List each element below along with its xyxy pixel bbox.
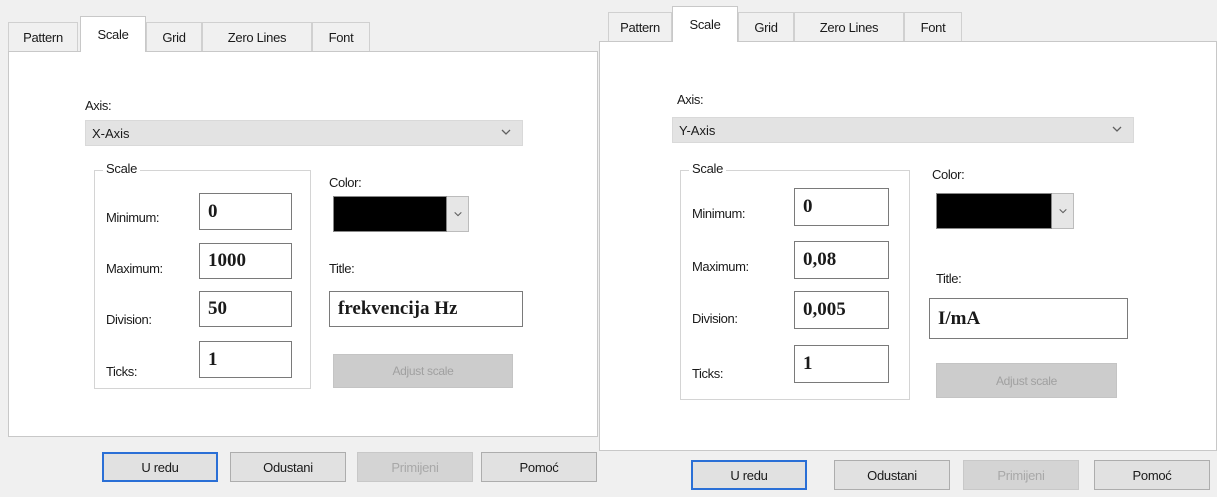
axis-label: Axis: xyxy=(677,92,704,107)
ticks-input[interactable]: 1 xyxy=(199,341,292,378)
help-button[interactable]: Pomoć xyxy=(1094,460,1210,490)
color-swatch[interactable] xyxy=(333,196,447,232)
minimum-input[interactable]: 0 xyxy=(794,188,889,226)
chevron-down-icon xyxy=(1058,208,1067,214)
tab-scale[interactable]: Scale xyxy=(80,16,146,52)
scale-group-title: Scale xyxy=(689,161,727,176)
tab-pattern[interactable]: Pattern xyxy=(8,22,78,52)
tab-font[interactable]: Font xyxy=(904,12,962,42)
adjust-scale-button[interactable]: Adjust scale xyxy=(333,354,513,388)
ticks-input[interactable]: 1 xyxy=(794,345,889,383)
maximum-input[interactable]: 1000 xyxy=(199,243,292,279)
minimum-label: Minimum: xyxy=(692,206,746,221)
chevron-down-icon xyxy=(453,211,462,217)
cancel-button[interactable]: Odustani xyxy=(230,452,346,482)
apply-button[interactable]: Primijeni xyxy=(357,452,473,482)
division-label: Division: xyxy=(106,312,152,327)
scale-tab-panel: Axis: Y-Axis Scale Minimum: 0 Maximum: 0… xyxy=(599,41,1217,451)
color-picker[interactable] xyxy=(333,196,469,232)
tab-font[interactable]: Font xyxy=(312,22,370,52)
scale-groupbox: Scale Minimum: 0 Maximum: 1000 Division:… xyxy=(94,161,311,389)
color-label: Color: xyxy=(329,175,362,190)
axis-select-value: X-Axis xyxy=(92,125,130,141)
apply-button[interactable]: Primijeni xyxy=(963,460,1079,490)
tab-zero-lines[interactable]: Zero Lines xyxy=(794,12,904,42)
color-picker[interactable] xyxy=(936,193,1074,229)
scale-tab-panel: Axis: X-Axis Scale Minimum: 0 Maximum: 1… xyxy=(8,51,598,437)
division-input[interactable]: 50 xyxy=(199,291,292,327)
title-label: Title: xyxy=(329,261,355,276)
maximum-label: Maximum: xyxy=(692,259,749,274)
maximum-input[interactable]: 0,08 xyxy=(794,241,889,279)
axis-title-input[interactable]: I/mA xyxy=(929,298,1128,339)
maximum-label: Maximum: xyxy=(106,261,163,276)
tab-grid[interactable]: Grid xyxy=(738,12,794,42)
axis-title-input[interactable]: frekvencija Hz xyxy=(329,291,523,327)
tab-pattern[interactable]: Pattern xyxy=(608,12,672,42)
scale-groupbox: Scale Minimum: 0 Maximum: 0,08 Division:… xyxy=(680,161,910,400)
color-dropdown-button[interactable] xyxy=(447,196,469,232)
ok-button[interactable]: U redu xyxy=(102,452,218,482)
ticks-label: Ticks: xyxy=(106,364,138,379)
axis-select[interactable]: Y-Axis xyxy=(672,117,1134,143)
ticks-label: Ticks: xyxy=(692,366,724,381)
color-dropdown-button[interactable] xyxy=(1052,193,1074,229)
tab-grid[interactable]: Grid xyxy=(146,22,202,52)
chevron-down-icon xyxy=(1112,126,1122,132)
tab-zero-lines[interactable]: Zero Lines xyxy=(202,22,312,52)
division-input[interactable]: 0,005 xyxy=(794,291,889,329)
division-label: Division: xyxy=(692,311,738,326)
axis-label: Axis: xyxy=(85,98,112,113)
color-swatch[interactable] xyxy=(936,193,1052,229)
ok-button[interactable]: U redu xyxy=(691,460,807,490)
scale-group-title: Scale xyxy=(103,161,141,176)
chevron-down-icon xyxy=(501,129,511,135)
axis-settings-dialog-right: Pattern Scale Grid Zero Lines Font Axis:… xyxy=(599,0,1217,497)
cancel-button[interactable]: Odustani xyxy=(834,460,950,490)
axis-settings-dialog-left: Pattern Scale Grid Zero Lines Font Axis:… xyxy=(0,0,600,497)
help-button[interactable]: Pomoć xyxy=(481,452,597,482)
minimum-input[interactable]: 0 xyxy=(199,193,292,230)
color-label: Color: xyxy=(932,167,965,182)
minimum-label: Minimum: xyxy=(106,210,160,225)
axis-select[interactable]: X-Axis xyxy=(85,120,523,146)
adjust-scale-button[interactable]: Adjust scale xyxy=(936,363,1117,398)
tab-scale[interactable]: Scale xyxy=(672,6,738,42)
axis-select-value: Y-Axis xyxy=(679,122,716,138)
title-label: Title: xyxy=(936,271,962,286)
